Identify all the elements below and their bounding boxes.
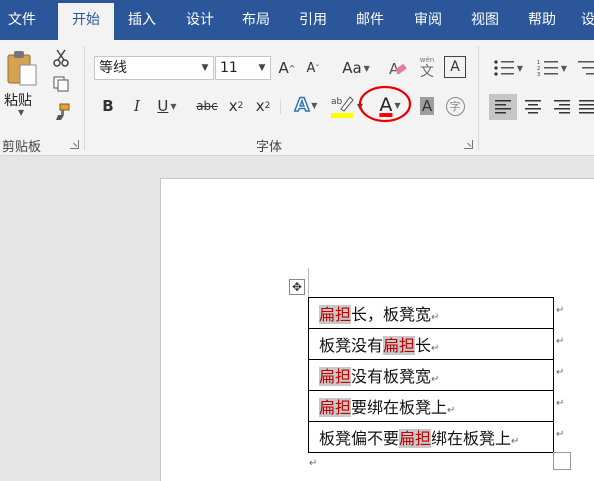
character-border-button[interactable]: A	[444, 56, 466, 78]
paragraph-mark: ↵	[511, 436, 520, 447]
tab-help[interactable]: 帮助	[520, 0, 564, 40]
highlighted-word: 扁担	[319, 305, 352, 324]
tab-mailings[interactable]: 邮件	[348, 0, 392, 40]
font-size-combo[interactable]: 11 ▼	[215, 56, 271, 80]
tab-layout[interactable]: 布局	[234, 0, 278, 40]
multilevel-list-icon[interactable]	[576, 56, 594, 80]
table-row[interactable]: 板凳没有扁担长↵	[308, 328, 554, 360]
table-cell[interactable]: 板凳偏不要扁担绑在板凳上↵	[308, 421, 554, 453]
phonetic-guide-button[interactable]: wén 文	[414, 54, 440, 82]
group-divider	[84, 46, 85, 150]
highlighted-word: 扁担	[319, 367, 352, 386]
superscript-button[interactable]: x2	[252, 94, 274, 118]
enclose-characters-button[interactable]: 字	[444, 95, 466, 117]
align-left-icon[interactable]	[489, 94, 517, 120]
ribbon: 粘贴 ▼ 剪贴板 等线 ▼ 11 ▼ A ^ Aˇ Aa ▼ A wén 文 A B…	[0, 40, 594, 156]
table-row[interactable]: 扁担没有板凳宽↵	[308, 359, 554, 391]
strikethrough-button[interactable]: abc	[194, 94, 220, 118]
format-painter-icon[interactable]	[50, 102, 72, 122]
font-group-label: 字体	[256, 140, 283, 155]
row-end-mark: ↵	[556, 305, 565, 316]
cell-text: 板凳没有	[319, 336, 384, 355]
row-end-mark: ↵	[556, 336, 565, 347]
tab-review[interactable]: 审阅	[406, 0, 450, 40]
margin-guide	[308, 268, 309, 297]
highlighted-word: 扁担	[319, 398, 352, 417]
table-row[interactable]: 扁担长，板凳宽↵	[308, 297, 554, 329]
clipboard-group-label: 剪贴板	[2, 140, 42, 155]
paragraph-mark: ↵	[431, 343, 440, 354]
paste-label[interactable]: 粘贴	[4, 90, 32, 110]
font-name-combo[interactable]: 等线 ▼	[94, 56, 214, 80]
align-center-icon[interactable]	[520, 94, 546, 120]
ribbon-tab-bar: 文件 开始 插入 设计 布局 引用 邮件 审阅 视图 帮助 设	[0, 0, 594, 40]
paste-icon[interactable]	[4, 48, 40, 88]
row-end-mark: ↵	[556, 367, 565, 378]
word-table[interactable]: 扁担长，板凳宽↵ 板凳没有扁担长↵ 扁担没有板凳宽↵ 扁担要绑在板凳上↵ 板凳偏…	[308, 297, 554, 453]
cut-icon[interactable]	[50, 48, 72, 68]
table-row[interactable]: 扁担要绑在板凳上↵	[308, 390, 554, 422]
table-cell[interactable]: 扁担要绑在板凳上↵	[308, 390, 554, 422]
cell-text: 没有板凳宽	[351, 367, 432, 386]
paragraph-mark: ↵	[309, 458, 318, 469]
paste-dropdown-icon[interactable]: ▼	[18, 108, 24, 117]
table-resize-handle[interactable]	[553, 452, 571, 470]
font-launcher-icon[interactable]	[464, 140, 473, 149]
group-divider	[478, 46, 479, 150]
bold-button[interactable]: B	[98, 94, 118, 118]
highlighted-word: 扁担	[383, 336, 416, 355]
numbering-icon[interactable]: 1 2 3 ▼	[534, 56, 570, 80]
tab-file[interactable]: 文件	[0, 0, 44, 40]
row-end-mark: ↵	[556, 398, 565, 409]
tab-view[interactable]: 视图	[463, 0, 507, 40]
row-end-mark: ↵	[556, 429, 565, 440]
tab-references[interactable]: 引用	[291, 0, 335, 40]
paragraph-mark: ↵	[431, 312, 440, 323]
bullets-icon[interactable]: ▼	[490, 56, 526, 80]
clear-formatting-icon[interactable]: A	[386, 56, 410, 80]
font-name-value: 等线	[99, 60, 127, 76]
paragraph-mark: ↵	[447, 405, 456, 416]
table-cell[interactable]: 扁担长，板凳宽↵	[308, 297, 554, 329]
justify-icon[interactable]	[578, 94, 594, 120]
table-cell[interactable]: 扁担没有板凳宽↵	[308, 359, 554, 391]
font-size-value: 11	[220, 60, 238, 76]
shrink-font-button[interactable]: Aˇ	[302, 56, 324, 80]
text-effects-button[interactable]: A ▼	[288, 92, 324, 118]
red-circle-callout	[358, 85, 412, 123]
group-divider	[280, 100, 281, 114]
cell-text: 长，板凳宽	[351, 305, 432, 324]
cell-text: 要绑在板凳上	[351, 398, 448, 417]
align-right-icon[interactable]	[549, 94, 575, 120]
chevron-down-icon[interactable]: ▼	[256, 57, 268, 79]
paragraph-mark: ↵	[431, 374, 440, 385]
tab-home[interactable]: 开始	[58, 3, 114, 40]
table-cell[interactable]: 板凳没有扁担长↵	[308, 328, 554, 360]
cell-text: 板凳偏不要	[319, 429, 400, 448]
tab-design[interactable]: 设计	[178, 0, 222, 40]
svg-text:3: 3	[537, 72, 540, 77]
change-case-button[interactable]: Aa ▼	[338, 56, 374, 80]
cell-text: 绑在板凳上	[431, 429, 512, 448]
cell-text: 长	[415, 336, 432, 355]
table-row[interactable]: 板凳偏不要扁担绑在板凳上↵	[308, 421, 554, 453]
italic-button[interactable]: I	[127, 94, 147, 118]
tab-settings-partial[interactable]: 设	[578, 0, 594, 40]
svg-text:ab: ab	[331, 97, 343, 107]
highlighted-word: 扁担	[399, 429, 432, 448]
tab-insert[interactable]: 插入	[120, 0, 164, 40]
subscript-button[interactable]: x2	[226, 94, 246, 118]
character-shading-button[interactable]: A	[416, 94, 438, 118]
grow-font-button[interactable]: A ^	[276, 56, 298, 80]
underline-button[interactable]: U ▼	[152, 94, 182, 118]
clipboard-launcher-icon[interactable]	[70, 140, 79, 149]
copy-icon[interactable]	[50, 74, 72, 94]
table-move-handle-icon[interactable]: ✥	[289, 279, 305, 295]
chevron-down-icon[interactable]: ▼	[199, 57, 211, 79]
